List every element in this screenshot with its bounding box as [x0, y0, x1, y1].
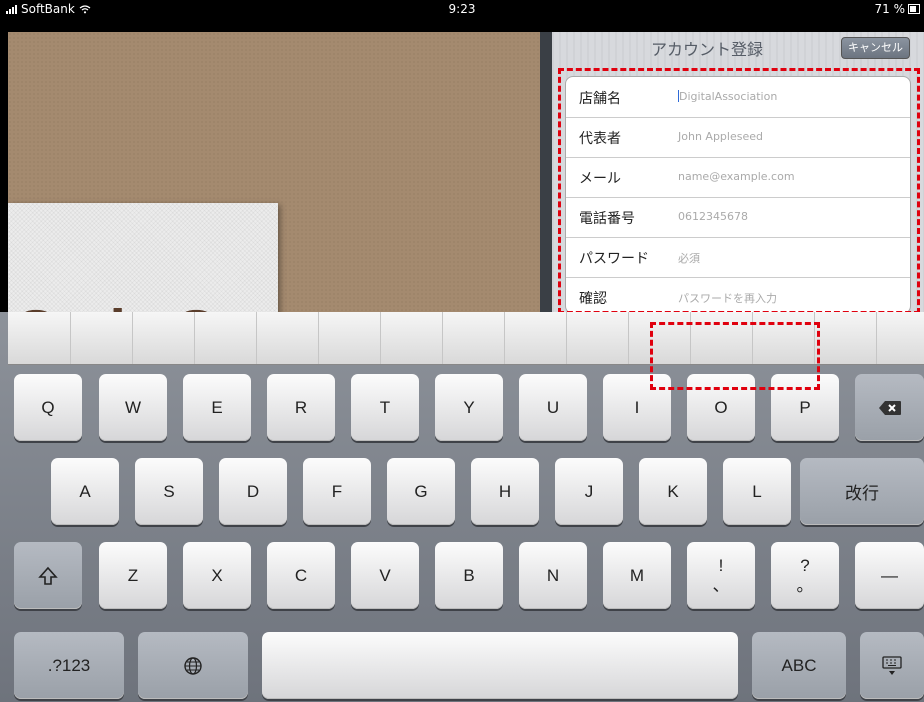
key-m[interactable]: M: [603, 542, 671, 609]
key-exclamation[interactable]: ! 、: [687, 542, 755, 609]
delete-key[interactable]: [855, 374, 924, 441]
key-l[interactable]: L: [723, 458, 791, 525]
key-secondary-label: 。: [796, 575, 814, 595]
key-r[interactable]: R: [267, 374, 335, 441]
key-primary-label: !: [718, 555, 724, 575]
key-c[interactable]: C: [267, 542, 335, 609]
key-s[interactable]: S: [135, 458, 203, 525]
key-n[interactable]: N: [519, 542, 587, 609]
key-j[interactable]: J: [555, 458, 623, 525]
key-q[interactable]: Q: [14, 374, 82, 441]
key-dash[interactable]: —: [855, 542, 924, 609]
key-secondary-label: 、: [712, 575, 730, 595]
candidate-separator: [504, 312, 505, 364]
highlight-box-form: [558, 68, 920, 314]
candidate-separator: [318, 312, 319, 364]
battery-level: 71 %: [874, 2, 906, 16]
highlight-box-candidates: [650, 322, 820, 390]
key-v[interactable]: V: [351, 542, 419, 609]
key-z[interactable]: Z: [99, 542, 167, 609]
globe-icon: [184, 656, 202, 675]
status-bar: SoftBank 9:23 71 %: [0, 0, 924, 18]
key-g[interactable]: G: [387, 458, 455, 525]
key-f[interactable]: F: [303, 458, 371, 525]
candidate-separator: [566, 312, 567, 364]
backspace-icon: [878, 400, 901, 415]
globe-key[interactable]: [138, 632, 248, 699]
battery-icon: [908, 4, 920, 14]
split-divider: [540, 32, 552, 322]
candidate-separator: [628, 312, 629, 364]
key-k[interactable]: K: [639, 458, 707, 525]
key-question[interactable]: ? 。: [771, 542, 839, 609]
cancel-button[interactable]: キャンセル: [841, 37, 910, 59]
key-y[interactable]: Y: [435, 374, 503, 441]
key-d[interactable]: D: [219, 458, 287, 525]
shift-icon: [38, 566, 58, 585]
candidate-separator: [132, 312, 133, 364]
numbers-key[interactable]: .?123: [14, 632, 124, 699]
candidate-separator: [70, 312, 71, 364]
key-a[interactable]: A: [51, 458, 119, 525]
key-t[interactable]: T: [351, 374, 419, 441]
return-key[interactable]: 改行: [800, 458, 924, 525]
candidate-separator: [876, 312, 877, 364]
candidate-separator: [380, 312, 381, 364]
key-x[interactable]: X: [183, 542, 251, 609]
clock: 9:23: [448, 2, 476, 16]
key-u[interactable]: U: [519, 374, 587, 441]
candidate-separator: [256, 312, 257, 364]
shift-key[interactable]: [14, 542, 82, 609]
abc-key[interactable]: ABC: [752, 632, 846, 699]
key-primary-label: ?: [800, 555, 810, 575]
panel-header: アカウント登録 キャンセル: [552, 32, 924, 60]
key-h[interactable]: H: [471, 458, 539, 525]
space-bar[interactable]: [262, 632, 738, 699]
candidate-separator: [442, 312, 443, 364]
panel-title: アカウント登録: [650, 40, 763, 59]
keyboard-hide-icon: [882, 655, 902, 675]
hide-keyboard-key[interactable]: [860, 632, 924, 699]
key-b[interactable]: B: [435, 542, 503, 609]
candidate-separator: [194, 312, 195, 364]
key-w[interactable]: W: [99, 374, 167, 441]
key-e[interactable]: E: [183, 374, 251, 441]
